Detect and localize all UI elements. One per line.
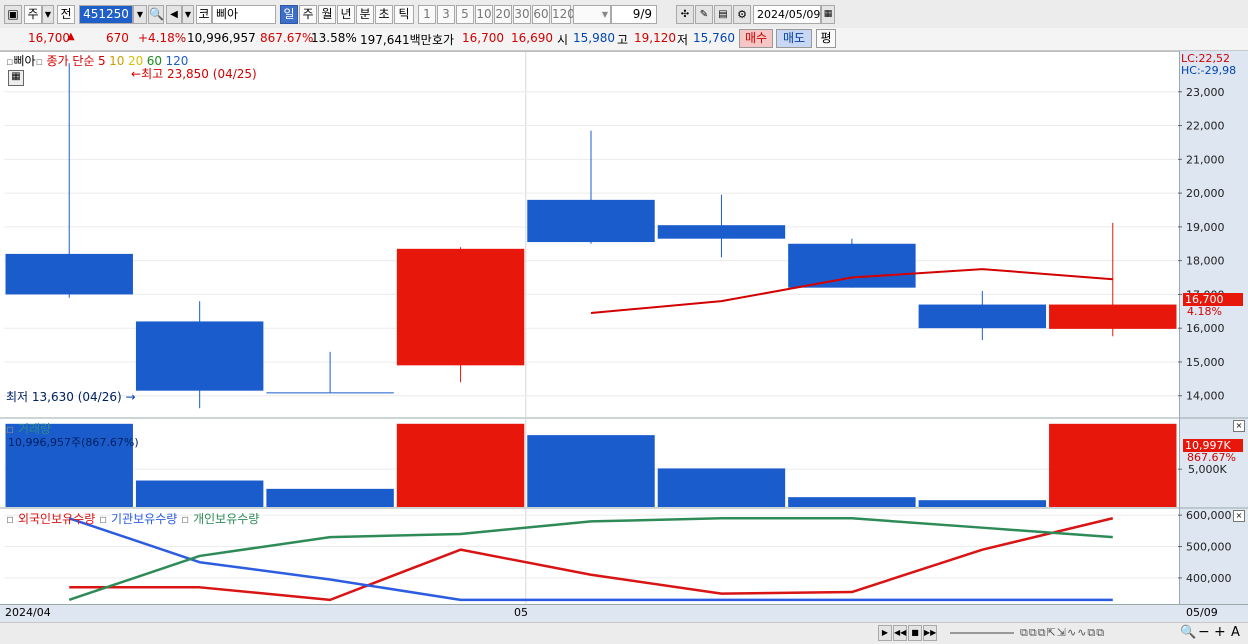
min-price-text: 최저 13,630 (04/26) xyxy=(6,390,122,404)
max-price-label: ←최고 23,850 (04/25) xyxy=(131,65,257,82)
volume-bar xyxy=(788,497,916,507)
volume-bar xyxy=(266,488,394,507)
ma-period-5: 5 xyxy=(98,54,106,68)
volume-bar xyxy=(135,480,264,507)
holding-tick-label: 500,000 xyxy=(1186,541,1232,554)
close-icon[interactable]: × xyxy=(1233,420,1245,432)
candle-body xyxy=(788,243,916,288)
holding-tick-label: 400,000 xyxy=(1186,572,1232,585)
price-tick-label: 21,000 xyxy=(1186,153,1225,166)
scroll-slider[interactable] xyxy=(950,632,1014,634)
volume-current-pct: 867.67% xyxy=(1187,451,1236,464)
legend-individual: 개인보유수량 xyxy=(193,512,260,526)
candle-body xyxy=(5,253,133,295)
date-axis: 2024/04 05 05/09 xyxy=(0,604,1248,623)
holding-legend: ▫ 외국인보유수량 ▫ 기관보유수량 ▫ 개인보유수량 xyxy=(6,510,259,527)
candle-body xyxy=(266,392,394,394)
arrow-left-icon: ← xyxy=(131,67,142,81)
zoom-icon[interactable]: 🔍 xyxy=(1180,625,1196,640)
price-tick-label: 20,000 xyxy=(1186,187,1225,200)
legend-square-icon: ▫ xyxy=(181,512,190,526)
play-icon[interactable]: ▶ xyxy=(878,625,892,641)
holding-tick-label: 600,000 xyxy=(1186,509,1232,522)
chart-canvas[interactable]: 23,00022,00021,00020,00019,00018,00017,0… xyxy=(0,0,1248,643)
price-tick-label: 19,000 xyxy=(1186,221,1225,234)
date-label-may: 05 xyxy=(514,606,528,619)
price-tick-label: 22,000 xyxy=(1186,120,1225,133)
price-tick-label: 14,000 xyxy=(1186,390,1225,403)
candlestick-series xyxy=(5,63,1177,409)
holding-lines xyxy=(68,517,1114,602)
legend-square-icon: ▫ xyxy=(6,512,15,526)
date-label-april: 2024/04 xyxy=(5,606,51,619)
volume-bar xyxy=(1049,423,1177,507)
ma-legend-name: 종가 단순 xyxy=(46,54,95,68)
stock-tag: 삐아 xyxy=(13,54,36,68)
candle-body xyxy=(527,199,655,243)
hc-label: HC:-29,98 xyxy=(1181,64,1237,77)
volume-bar xyxy=(527,435,655,507)
legend-square-icon: ▫ xyxy=(99,512,108,526)
legend-foreign: 외국인보유수량 xyxy=(17,512,96,526)
bottom-toolbar: ▶ ◀◀ ■ ▶▶ ⧉⧉⧉⇱⇲∿∿⧉⧉ 🔍 − + A xyxy=(0,622,1248,644)
candle-body xyxy=(1049,304,1177,329)
candle-body xyxy=(918,304,1047,329)
max-price-text: 최고 23,850 (04/25) xyxy=(141,67,257,81)
volume-bars xyxy=(5,423,1177,507)
zoom-out-icon[interactable]: − xyxy=(1198,624,1210,640)
candle-body xyxy=(396,248,525,366)
stop-icon[interactable]: ■ xyxy=(908,625,922,641)
close-icon[interactable]: × xyxy=(1233,510,1245,522)
legend-square-icon: ▫ xyxy=(35,55,44,68)
drawing-tools-icon[interactable]: ⧉⧉⧉⇱⇲∿∿⧉⧉ xyxy=(1020,626,1105,640)
price-tick-label: 18,000 xyxy=(1186,255,1225,268)
volume-bar xyxy=(657,468,786,507)
table-icon[interactable]: ▦ xyxy=(8,70,24,86)
volume-value-label: 10,996,957주(867.67%) xyxy=(8,436,139,449)
font-size-icon[interactable]: A xyxy=(1231,625,1240,640)
candle-body xyxy=(657,225,786,239)
holding-line xyxy=(69,517,1114,602)
volume-bar xyxy=(396,423,525,507)
current-pct-tag: 4.18% xyxy=(1187,305,1222,318)
ma-period-10: 10 xyxy=(109,54,125,68)
min-price-label: 최저 13,630 (04/26) → xyxy=(6,388,136,405)
rewind-icon[interactable]: ◀◀ xyxy=(893,625,907,641)
price-tick-label: 23,000 xyxy=(1186,86,1225,99)
volume-bar xyxy=(918,500,1047,507)
axis-ticks: 23,00022,00021,00020,00019,00018,00017,0… xyxy=(1178,86,1232,585)
date-label-last: 05/09 xyxy=(1186,606,1218,619)
zoom-in-icon[interactable]: + xyxy=(1214,624,1226,640)
candle-body xyxy=(135,321,264,391)
price-tick-label: 16,000 xyxy=(1186,322,1225,335)
price-tick-label: 15,000 xyxy=(1186,356,1225,369)
legend-institution: 기관보유수량 xyxy=(111,512,178,526)
arrow-right-icon: → xyxy=(125,390,136,404)
volume-tick-label: 5,000K xyxy=(1188,463,1227,476)
fast-forward-icon[interactable]: ▶▶ xyxy=(923,625,937,641)
